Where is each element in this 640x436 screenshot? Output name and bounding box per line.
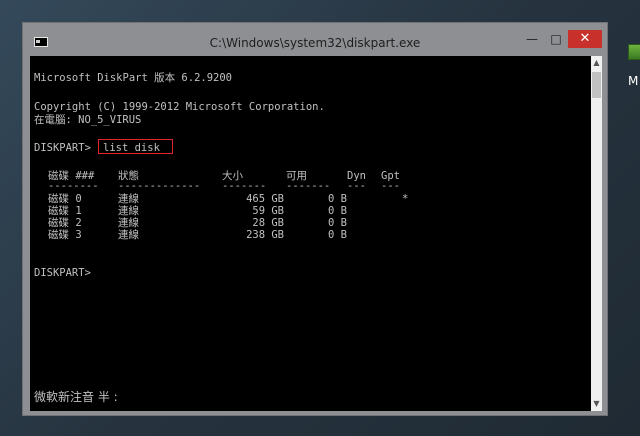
title-bar[interactable]: C:\Windows\system32\diskpart.exe — □ ✕ [23,23,607,53]
desktop-shortcut-icon[interactable] [628,44,640,60]
row0-gpt: * [402,193,409,205]
row1-disk: 磁碟 1 [48,205,82,217]
row2-free: 0 B [328,217,347,229]
command-text: list disk [103,142,160,154]
maximize-button[interactable]: □ [545,30,567,48]
row1-status: 連線 [118,205,139,217]
separator-disk: -------- [48,180,99,192]
version-line: Microsoft DiskPart 版本 6.2.9200 [34,72,233,84]
separator-gpt: --- [381,180,400,192]
console-output[interactable]: Microsoft DiskPart 版本 6.2.9200 Copyright… [30,56,591,411]
scroll-down-arrow-icon[interactable]: ▼ [591,397,602,411]
ime-status-line: 微軟新注音 半 : [34,390,118,404]
scroll-thumb[interactable] [592,72,601,98]
row1-size: 59 GB [252,205,284,217]
separator-free: ------- [286,180,331,192]
window-title: C:\Windows\system32\diskpart.exe [209,36,421,50]
row0-size: 465 GB [246,193,284,205]
close-button[interactable]: ✕ [568,30,602,48]
copyright-line: Copyright (C) 1999-2012 Microsoft Corpor… [34,101,325,113]
row0-status: 連線 [118,193,139,205]
command-prompt: DISKPART> [34,142,91,154]
separator-size: ------- [222,180,267,192]
separator-status: ------------- [118,180,201,192]
row3-free: 0 B [328,229,347,241]
scroll-up-arrow-icon[interactable]: ▲ [591,56,602,70]
row3-size: 238 GB [246,229,284,241]
desktop-shortcut-label[interactable]: M [628,74,638,88]
row1-free: 0 B [328,205,347,217]
row2-disk: 磁碟 2 [48,217,82,229]
console-window: C:\Windows\system32\diskpart.exe — □ ✕ M… [22,22,608,416]
row2-status: 連線 [118,217,139,229]
row3-disk: 磁碟 3 [48,229,82,241]
row0-disk: 磁碟 0 [48,193,82,205]
minimize-button[interactable]: — [521,30,543,48]
computer-line: 在電腦: NO_5_VIRUS [34,114,142,126]
row3-status: 連線 [118,229,139,241]
row0-free: 0 B [328,193,347,205]
prompt-line-2: DISKPART> [34,267,91,279]
vertical-scrollbar[interactable]: ▲ ▼ [591,56,602,411]
separator-dyn: --- [347,180,366,192]
row2-size: 28 GB [252,217,284,229]
